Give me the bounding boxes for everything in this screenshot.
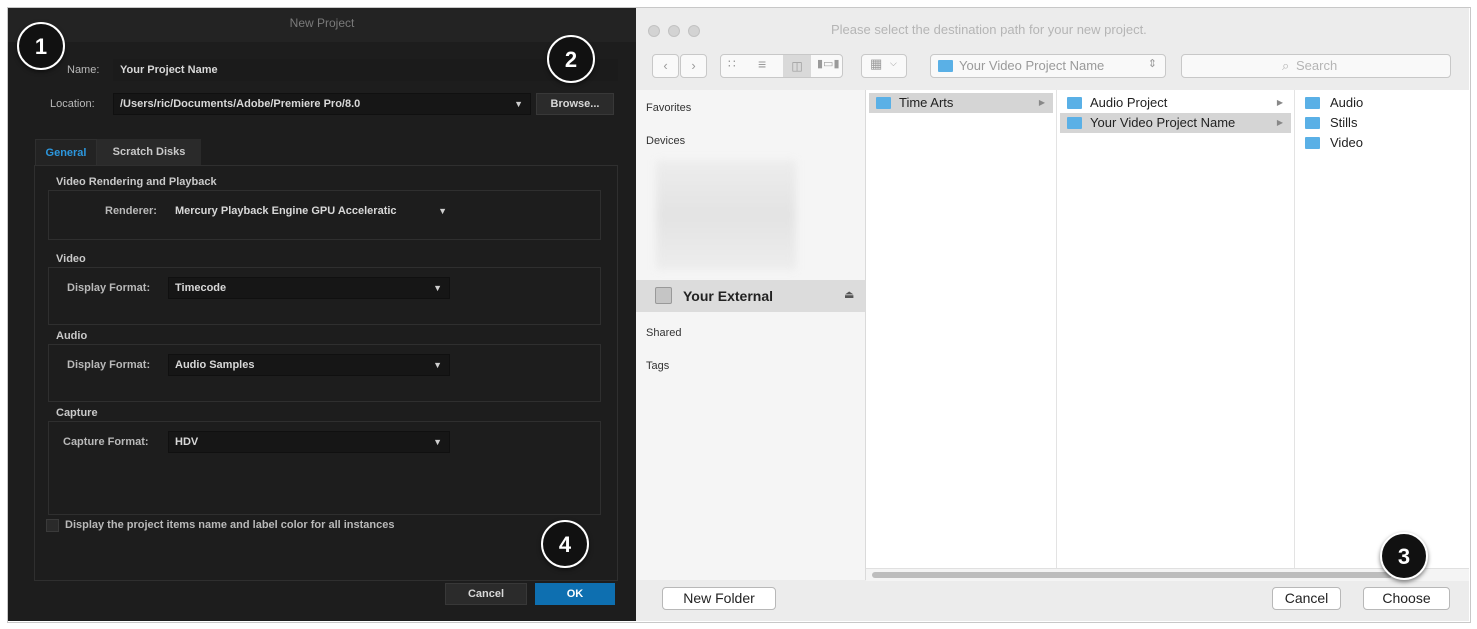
path-popup[interactable]: Your Video Project Name ⇕ [930,54,1166,78]
location-dropdown[interactable]: /Users/ric/Documents/Adobe/Premiere Pro/… [113,93,531,115]
audio-display-format-dropdown[interactable]: Audio Samples ▼ [168,354,450,376]
arrange-menu-icon[interactable]: ▦ ⌵ [861,54,907,78]
project-name-field[interactable]: Your Project Name [113,59,618,81]
dropdown-arrow-icon: ▼ [433,283,442,293]
folder-icon [1305,137,1320,149]
browse-button[interactable]: Browse... [536,93,614,115]
chevron-right-icon: ▶ [1276,98,1283,107]
folder-icon [1067,97,1082,109]
list-item-time-arts[interactable]: Time Arts ▶ [869,93,1053,113]
capture-format-dropdown[interactable]: HDV ▼ [168,431,450,453]
icon-view-icon[interactable]: ∷ [728,57,736,71]
location-value: /Users/ric/Documents/Adobe/Premiere Pro/… [120,98,361,110]
audio-display-format-value: Audio Samples [175,359,255,371]
list-item-label: Audio [1330,95,1364,110]
group-title-video-rendering: Video Rendering and Playback [56,176,217,188]
video-display-format-label: Display Format: [67,282,151,294]
search-icon: ⌕ [1282,58,1290,73]
column-view-icon[interactable]: ◫ [783,55,811,77]
display-items-checkbox[interactable] [46,519,59,532]
view-mode-segmented: ∷ ≡ ◫ ▮▭▮ [720,54,843,78]
video-display-format-value: Timecode [175,282,227,294]
cover-flow-icon[interactable]: ▮▭▮ [817,57,840,70]
audio-display-format-label: Display Format: [67,359,151,371]
list-item-your-video-project-name[interactable]: Your Video Project Name ▶ [1060,113,1291,133]
finder-sidebar: Favorites Devices Your External ⏏ Shared… [636,90,866,580]
tab-general[interactable]: General [35,139,97,165]
new-folder-button[interactable]: New Folder [662,587,776,610]
chevron-right-icon: ▶ [1038,98,1045,107]
name-label: Name: [67,64,100,76]
project-name-value: Your Project Name [120,64,218,76]
display-items-checkbox-label: Display the project items name and label… [65,519,395,531]
updown-chevron-icon: ⇕ [1147,58,1157,70]
renderer-label: Renderer: [105,205,157,217]
renderer-dropdown[interactable]: Mercury Playback Engine GPU Acceleratic … [168,200,450,222]
step-badge-1: 1 [17,22,65,70]
sidebar-item-your-external[interactable]: Your External ⏏ [636,280,865,312]
search-field[interactable]: ⌕ Search [1181,54,1451,78]
close-window-icon[interactable] [648,25,660,37]
blurred-device-list [656,160,796,270]
finder-titlebar: Please select the destination path for y… [636,8,1469,48]
group-title-capture: Capture [56,407,98,419]
dropdown-arrow-icon: ▼ [438,206,447,216]
capture-format-value: HDV [175,436,199,448]
list-item-label: Time Arts [899,95,954,110]
group-title-video: Video [56,253,86,265]
finder-select-dialog: Please select the destination path for y… [636,8,1469,621]
new-project-dialog: New Project Name: Your Project Name Loca… [8,8,636,621]
sidebar-item-label: Your External [683,288,773,304]
ok-button[interactable]: OK [535,583,615,605]
finder-dialog-title: Please select the destination path for y… [831,22,1147,37]
chevron-right-icon: ▶ [1276,118,1283,127]
list-item-audio-project[interactable]: Audio Project ▶ [1060,93,1291,113]
choose-button[interactable]: Choose [1363,587,1450,610]
folder-icon [1305,117,1320,129]
video-display-format-dropdown[interactable]: Timecode ▼ [168,277,450,299]
list-item-label: Stills [1330,115,1358,130]
dropdown-arrow-icon: ▼ [433,360,442,370]
step-badge-2: 2 [547,35,595,83]
dropdown-arrow-icon: ▼ [514,99,523,109]
cancel-button[interactable]: Cancel [445,583,527,605]
sidebar-heading-favorites[interactable]: Favorites [646,102,691,114]
finder-cancel-button[interactable]: Cancel [1272,587,1341,610]
browser-column-2: Audio Project ▶ Your Video Project Name … [1057,90,1295,568]
path-popup-label: Your Video Project Name [959,58,1105,73]
list-item-label: Your Video Project Name [1090,115,1236,130]
eject-icon[interactable]: ⏏ [844,288,854,301]
step-badge-3: 3 [1380,532,1428,580]
folder-icon [876,97,891,109]
dialog-title: New Project [8,8,636,42]
list-item-label: Video [1330,135,1364,150]
renderer-value: Mercury Playback Engine GPU Acceleratic [175,205,397,217]
folder-icon [1305,97,1320,109]
sidebar-heading-shared[interactable]: Shared [646,327,681,339]
sidebar-heading-tags[interactable]: Tags [646,360,669,372]
location-label: Location: [50,98,95,110]
back-icon[interactable]: ‹ [652,54,679,78]
search-placeholder: Search [1296,58,1338,73]
group-title-audio: Audio [56,330,88,342]
dropdown-arrow-icon: ▼ [433,437,442,447]
list-view-icon[interactable]: ≡ [758,56,766,72]
zoom-window-icon[interactable] [688,25,700,37]
horizontal-scrollbar[interactable] [866,568,1469,581]
list-item-label: Audio Project [1090,95,1168,110]
scrollbar-thumb[interactable] [872,572,1392,578]
browser-column-3: Audio Stills Video [1295,90,1469,568]
tab-scratch-disks[interactable]: Scratch Disks [97,139,201,165]
folder-icon [1067,117,1082,129]
sidebar-heading-devices[interactable]: Devices [646,135,685,147]
folder-icon [938,60,953,72]
step-badge-4: 4 [541,520,589,568]
capture-format-label: Capture Format: [63,436,149,448]
forward-icon[interactable]: › [680,54,707,78]
minimize-window-icon[interactable] [668,25,680,37]
drive-icon [655,287,672,304]
browser-column-1: Time Arts ▶ [866,90,1057,568]
